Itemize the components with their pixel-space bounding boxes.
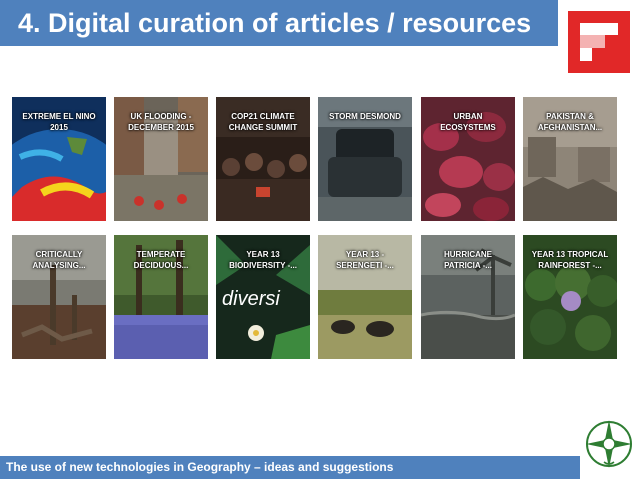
tile-label: CRITICALLY ANALYSING... <box>32 250 86 270</box>
resource-tile-pakistan-afghanistan[interactable]: PAKISTAN & AFGHANISTAN... <box>523 97 617 221</box>
tile-label: YEAR 13 - SERENGETI -... <box>336 250 394 270</box>
resource-tile-critically-analysing[interactable]: CRITICALLY ANALYSING... <box>12 235 106 359</box>
resource-tile-cop21[interactable]: COP21 CLIMATE CHANGE SUMMIT <box>216 97 310 221</box>
resource-tile-biodiversity[interactable]: diversi YEAR 13 BIODIVERSITY -... <box>216 235 310 359</box>
resource-tile-urban-ecosystems[interactable]: URBAN ECOSYSTEMS <box>421 97 515 221</box>
resource-tile-hurricane-patricia[interactable]: HURRICANE PATRICIA -... <box>421 235 515 359</box>
tile-label: EXTREME EL NINO 2015 <box>22 112 96 132</box>
tile-label: TEMPERATE DECIDUOUS... <box>133 250 189 270</box>
tile-label: HURRICANE PATRICIA -... <box>444 250 492 270</box>
svg-text:diversi: diversi <box>222 288 280 310</box>
tile-label: YEAR 13 TROPICAL RAINFOREST -... <box>531 250 609 270</box>
tile-label: URBAN ECOSYSTEMS <box>440 112 496 132</box>
resource-tile-el-nino[interactable]: EXTREME EL NINO 2015 <box>12 97 106 221</box>
resource-tile-uk-flooding[interactable]: UK FLOODING - DECEMBER 2015 <box>114 97 208 221</box>
tile-label: UK FLOODING - DECEMBER 2015 <box>128 112 194 132</box>
resource-tile-serengeti[interactable]: YEAR 13 - SERENGETI -... <box>318 235 412 359</box>
resource-tile-tropical-rainforest[interactable]: YEAR 13 TROPICAL RAINFOREST -... <box>523 235 617 359</box>
tile-label: STORM DESMOND <box>329 112 401 121</box>
resource-tile-storm-desmond[interactable]: STORM DESMOND <box>318 97 412 221</box>
slide-footer: The use of new technologies in Geography… <box>0 456 580 479</box>
tile-label: YEAR 13 BIODIVERSITY -... <box>229 250 297 270</box>
tile-label: PAKISTAN & AFGHANISTAN... <box>537 112 603 132</box>
st-ivo-geography-seal-icon <box>580 410 638 479</box>
resource-tile-temperate-deciduous[interactable]: TEMPERATE DECIDUOUS... <box>114 235 208 359</box>
tile-label: COP21 CLIMATE CHANGE SUMMIT <box>228 112 298 132</box>
curation-grid: EXTREME EL NINO 2015 UK FLOODING - DECEM… <box>0 0 638 479</box>
